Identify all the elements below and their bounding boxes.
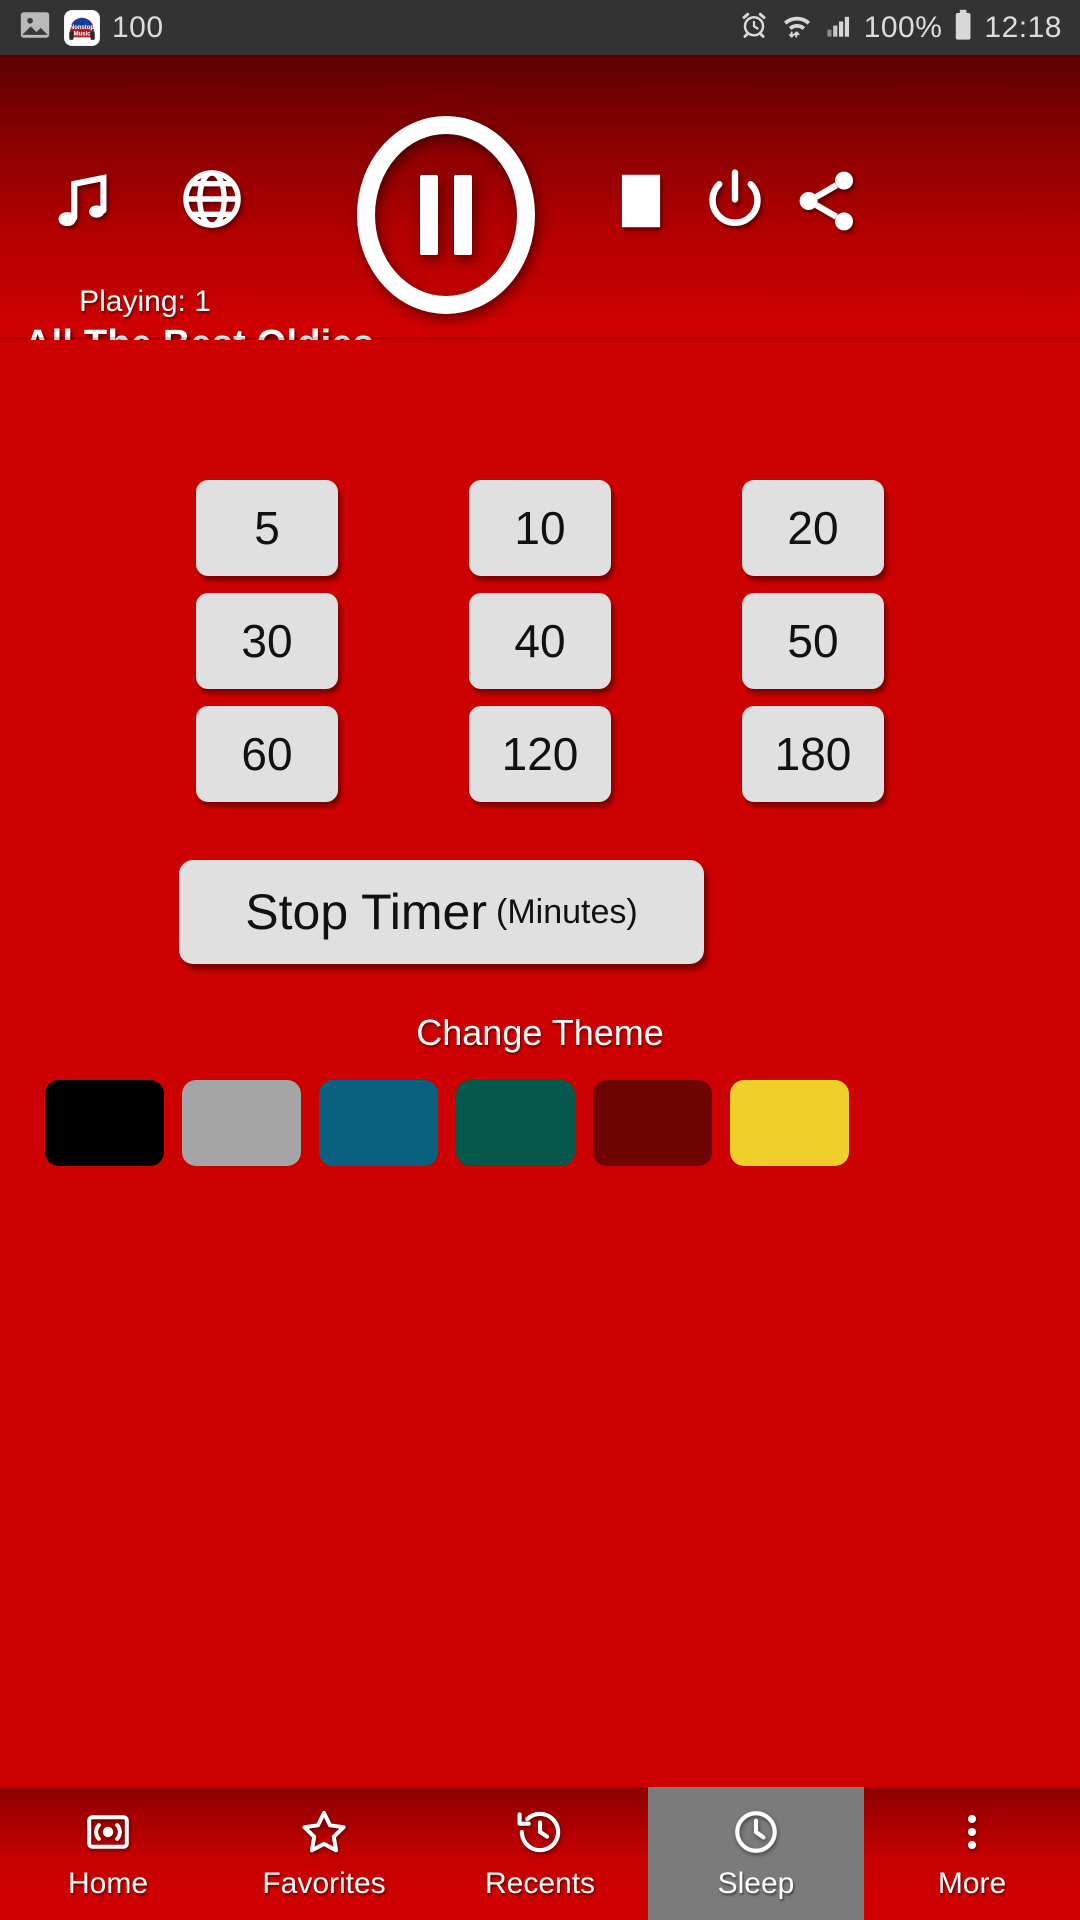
- nav-label-more: More: [937, 1866, 1007, 1900]
- timer-button-30[interactable]: 30: [196, 593, 338, 689]
- bottom-navigation-bar: Home Favorites Recents Sleep More: [0, 1787, 1080, 1920]
- battery-percent: 100%: [863, 10, 943, 44]
- stop-timer-label: Stop Timer: [245, 884, 488, 940]
- nav-item-favorites[interactable]: Favorites: [216, 1787, 432, 1920]
- nav-label-favorites: Favorites: [262, 1866, 386, 1900]
- status-bar: Nonstop Music 100 100% 12:18: [0, 0, 1080, 55]
- theme-swatch-maroon[interactable]: [593, 1080, 712, 1166]
- nav-item-home[interactable]: Home: [0, 1787, 216, 1920]
- signal-bars-icon: [825, 11, 853, 44]
- battery-icon: [953, 9, 973, 46]
- status-bar-left: Nonstop Music 100: [18, 8, 164, 47]
- nav-label-sleep: Sleep: [717, 1866, 795, 1900]
- theme-swatch-gray[interactable]: [182, 1080, 301, 1166]
- timer-button-60[interactable]: 60: [196, 706, 338, 802]
- alarm-icon: [739, 10, 769, 45]
- stop-timer-units-label: (Minutes): [496, 892, 638, 931]
- timer-presets-grid: 5 10 20 30 40 50 60 120 180: [0, 480, 1080, 802]
- timer-row: 5 10 20: [196, 480, 884, 576]
- svg-text:Music: Music: [74, 31, 92, 37]
- theme-swatch-yellow[interactable]: [730, 1080, 849, 1166]
- status-bar-clock: 12:18: [984, 10, 1062, 44]
- timer-row: 30 40 50: [196, 593, 884, 689]
- timer-button-180[interactable]: 180: [742, 706, 884, 802]
- nonstop-music-app-icon: Nonstop Music: [64, 9, 100, 46]
- timer-button-20[interactable]: 20: [742, 480, 884, 576]
- player-header: Playing: 1 All The Best Oldies: [0, 55, 1080, 365]
- sleep-timer-panel: 5 10 20 30 40 50 60 120 180 Stop Timer (…: [0, 340, 1080, 1780]
- theme-swatch-blue[interactable]: [319, 1080, 438, 1166]
- star-icon: [299, 1807, 349, 1857]
- timer-button-50[interactable]: 50: [742, 593, 884, 689]
- more-vertical-icon: [949, 1807, 995, 1857]
- status-bar-right: 100% 12:18: [739, 9, 1062, 46]
- stop-square-icon[interactable]: [612, 170, 670, 232]
- notification-count: 100: [112, 10, 164, 44]
- nav-label-recents: Recents: [484, 1866, 596, 1900]
- power-icon[interactable]: [700, 165, 770, 235]
- playing-status-label: Playing: 1: [79, 285, 211, 318]
- svg-text:Nonstop: Nonstop: [70, 24, 94, 30]
- wifi-icon: [780, 10, 814, 45]
- pause-button[interactable]: [356, 115, 536, 315]
- radio-icon: [84, 1807, 132, 1857]
- timer-row: 60 120 180: [196, 706, 884, 802]
- timer-button-5[interactable]: 5: [196, 480, 338, 576]
- stop-timer-button[interactable]: Stop Timer (Minutes): [179, 860, 704, 964]
- nav-item-sleep[interactable]: Sleep: [648, 1787, 864, 1920]
- clock-icon: [731, 1807, 781, 1857]
- timer-button-10[interactable]: 10: [469, 480, 611, 576]
- change-theme-label: Change Theme: [416, 1012, 664, 1053]
- theme-swatch-green[interactable]: [456, 1080, 575, 1166]
- timer-button-40[interactable]: 40: [469, 593, 611, 689]
- theme-swatch-black[interactable]: [45, 1080, 164, 1166]
- player-controls: Playing: 1: [0, 55, 1080, 318]
- share-icon[interactable]: [790, 165, 862, 237]
- nav-item-more[interactable]: More: [864, 1787, 1080, 1920]
- nav-item-recents[interactable]: Recents: [432, 1787, 648, 1920]
- image-icon: [18, 8, 52, 47]
- history-clock-icon: [515, 1807, 565, 1857]
- theme-swatch-list: [45, 1080, 1035, 1166]
- nav-label-home: Home: [67, 1866, 149, 1900]
- music-note-icon[interactable]: [48, 165, 118, 240]
- globe-icon[interactable]: [178, 165, 246, 233]
- timer-button-120[interactable]: 120: [469, 706, 611, 802]
